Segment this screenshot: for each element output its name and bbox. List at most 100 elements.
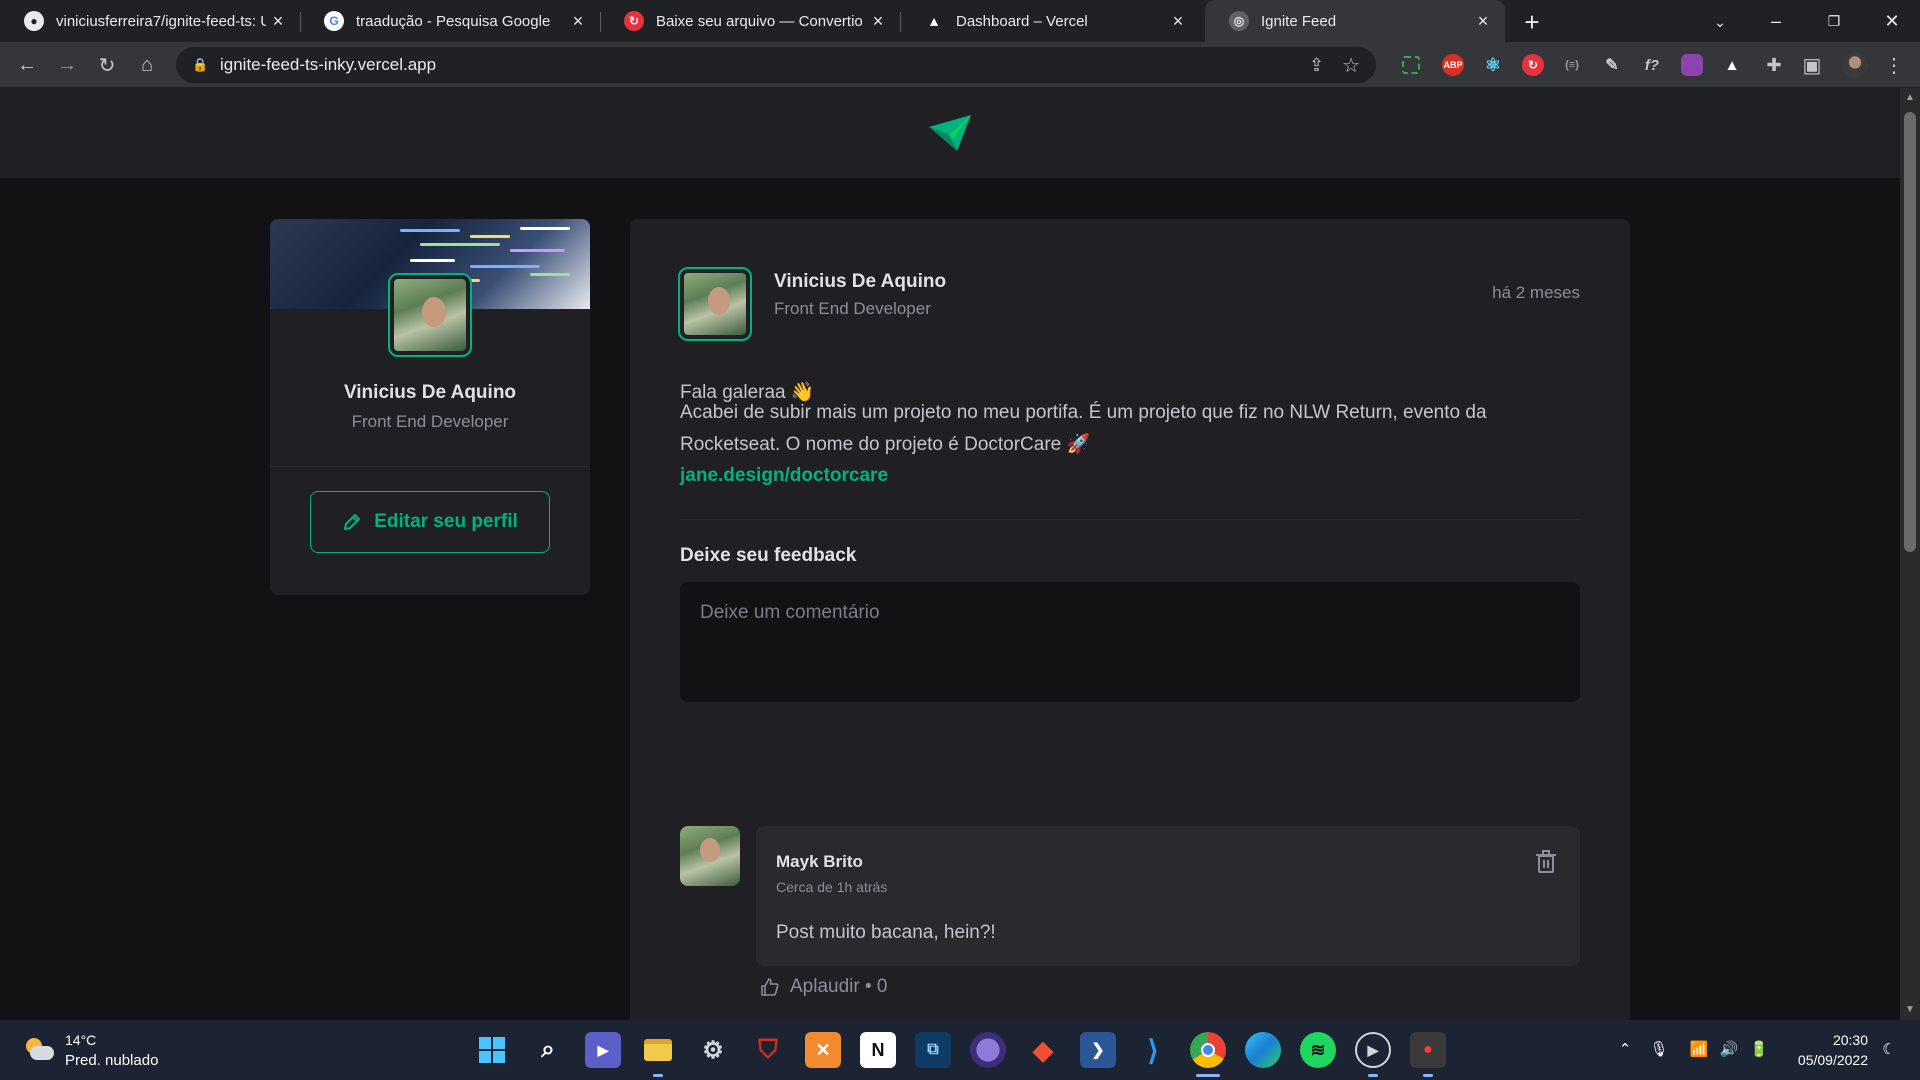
menu-kebab-icon[interactable]: ⋮ (1880, 51, 1908, 79)
clock-date[interactable]: 05/09/2022 (1785, 1052, 1868, 1068)
applaud-label: Aplaudir • 0 (790, 976, 888, 997)
volume-icon[interactable]: 🔊 (1718, 1038, 1740, 1060)
tab-title: viniciusferreira7/ignite-feed-ts: U (56, 12, 266, 30)
comment-author-avatar[interactable] (680, 826, 740, 886)
settings-gear-icon[interactable]: ⚙ (695, 1032, 731, 1068)
comment-box: Mayk Brito Cerca de 1h atrás Post muito … (756, 826, 1580, 966)
post-link[interactable]: jane.design/doctorcare (680, 465, 888, 487)
edit-profile-button[interactable]: Editar seu perfil (310, 491, 550, 553)
page-scrollbar[interactable]: ▲ ▼ (1900, 88, 1920, 1020)
teams-chat-icon[interactable]: ▶ (585, 1032, 621, 1068)
xampp-icon[interactable]: ✕ (805, 1032, 841, 1068)
restore-button[interactable]: ❐ (1806, 0, 1862, 42)
show-hidden-icons-chevron-icon[interactable]: ⌃ (1614, 1038, 1636, 1060)
close-tab-icon[interactable]: × (566, 9, 590, 33)
scroll-thumb[interactable] (1904, 112, 1916, 552)
eclipse-icon[interactable] (970, 1032, 1006, 1068)
tab-convertio[interactable]: ↻ Baixe seu arquivo — Convertio × (600, 0, 900, 42)
running-indicator (1423, 1074, 1433, 1077)
code-extension-icon[interactable]: (≡) (1561, 54, 1583, 76)
search-icon[interactable]: ⌕ (530, 1032, 566, 1068)
post-author-avatar[interactable] (678, 267, 752, 341)
share-icon[interactable]: ⇪ (1309, 55, 1324, 76)
running-indicator (1368, 1074, 1378, 1077)
app-window-icon[interactable]: ⧉ (915, 1032, 951, 1068)
side-panel-icon[interactable]: ▣ (1798, 51, 1826, 79)
new-tab-button[interactable]: + (1516, 6, 1548, 38)
convertio-icon: ↻ (624, 11, 644, 31)
wifi-icon[interactable]: 📶 (1688, 1038, 1710, 1060)
profile-avatar[interactable] (1842, 52, 1868, 78)
minimize-button[interactable]: – (1748, 0, 1804, 42)
forward-icon[interactable]: → (53, 51, 81, 79)
weather-description[interactable]: Pred. nublado (65, 1052, 158, 1069)
tab-title: Baixe seu arquivo — Convertio (656, 12, 863, 30)
thumbs-up-icon (761, 978, 779, 996)
ignite-logo-icon (929, 115, 971, 151)
comment-text: Post muito bacana, hein?! (776, 922, 996, 943)
post-author-role: Front End Developer (774, 299, 931, 318)
vscode-icon[interactable]: ⟩ (1135, 1032, 1171, 1068)
function-extension-icon[interactable]: f? (1641, 54, 1663, 76)
microphone-icon[interactable]: 🎙 (1648, 1038, 1670, 1060)
running-indicator (653, 1074, 663, 1077)
tab-github[interactable]: ● viniciusferreira7/ignite-feed-ts: U × (0, 0, 300, 42)
tab-ignite-feed[interactable]: ◎ Ignite Feed × (1205, 0, 1505, 42)
file-explorer-icon[interactable] (640, 1032, 676, 1068)
powershell-icon[interactable]: ❯ (1080, 1032, 1116, 1068)
close-tab-icon[interactable]: × (266, 9, 290, 33)
adblock-icon[interactable]: ABP (1442, 54, 1464, 76)
profile-role: Front End Developer (351, 412, 509, 431)
spotify-icon[interactable]: ≋ (1300, 1032, 1336, 1068)
tab-title: traadução - Pesquisa Google (356, 12, 551, 30)
alert-extension-icon[interactable]: ▲ (1721, 54, 1743, 76)
app-header (0, 88, 1900, 178)
extensions-puzzle-icon[interactable]: ✚ (1760, 51, 1788, 79)
comment-author: Mayk Brito (776, 852, 863, 871)
url-text: ignite-feed-ts-inky.vercel.app (220, 55, 437, 74)
tab-search-icon[interactable]: ⌄ (1704, 6, 1736, 38)
windows-start-icon[interactable] (474, 1032, 510, 1068)
notion-icon[interactable]: N (860, 1032, 896, 1068)
chrome-icon[interactable] (1190, 1032, 1226, 1068)
do-not-disturb-moon-icon[interactable]: ☾ (1878, 1038, 1900, 1060)
pen-extension-icon[interactable]: ✎ (1601, 54, 1623, 76)
edge-icon[interactable] (1245, 1032, 1281, 1068)
bookmark-star-icon[interactable]: ☆ (1342, 53, 1360, 78)
git-icon[interactable]: ◆ (1025, 1032, 1061, 1068)
close-tab-icon[interactable]: × (866, 9, 890, 33)
mcafee-shield-icon[interactable]: ⛉ (750, 1032, 786, 1068)
battery-icon[interactable]: 🔋 (1748, 1038, 1770, 1060)
scroll-down-icon[interactable]: ▼ (1900, 1000, 1920, 1018)
post-card: Vinicius De Aquino Front End Developer h… (630, 219, 1630, 1020)
applaud-button[interactable]: Aplaudir • 0 (760, 976, 888, 998)
tab-google[interactable]: G traadução - Pesquisa Google × (300, 0, 600, 42)
comment-input[interactable] (680, 582, 1580, 702)
google-icon: G (324, 11, 344, 31)
scroll-up-icon[interactable]: ▲ (1900, 88, 1920, 106)
close-window-button[interactable]: ✕ (1864, 0, 1920, 42)
screen-recorder-icon[interactable]: ● (1410, 1032, 1446, 1068)
screenshot-extension-icon[interactable] (1402, 56, 1420, 74)
tab-vercel[interactable]: ▲ Dashboard – Vercel × (900, 0, 1200, 42)
tab-title: Ignite Feed (1261, 12, 1337, 30)
lock-icon: 🔒 (192, 57, 209, 72)
purple-extension-icon[interactable] (1681, 54, 1703, 76)
reload-icon[interactable]: ↻ (93, 51, 121, 79)
delete-comment-button[interactable] (1532, 848, 1560, 876)
back-icon[interactable]: ← (13, 51, 41, 79)
weather-cloud-icon[interactable] (24, 1036, 54, 1062)
active-app-indicator (1196, 1074, 1220, 1077)
react-devtools-icon[interactable]: ⚛ (1482, 54, 1504, 76)
clock-time[interactable]: 20:30 (1790, 1032, 1868, 1048)
close-tab-icon[interactable]: × (1166, 9, 1190, 33)
close-tab-icon[interactable]: × (1471, 9, 1495, 33)
vercel-icon: ▲ (927, 13, 941, 29)
profile-avatar-image[interactable] (388, 273, 472, 357)
pencil-icon (344, 514, 361, 530)
address-bar[interactable]: 🔒 ignite-feed-ts-inky.vercel.app ⇪ ☆ (176, 47, 1376, 83)
weather-temperature[interactable]: 14°C (65, 1032, 96, 1048)
home-icon[interactable]: ⌂ (133, 51, 161, 79)
media-player-icon[interactable]: ▶ (1355, 1032, 1391, 1068)
convertio-extension-icon[interactable]: ↻ (1522, 54, 1544, 76)
